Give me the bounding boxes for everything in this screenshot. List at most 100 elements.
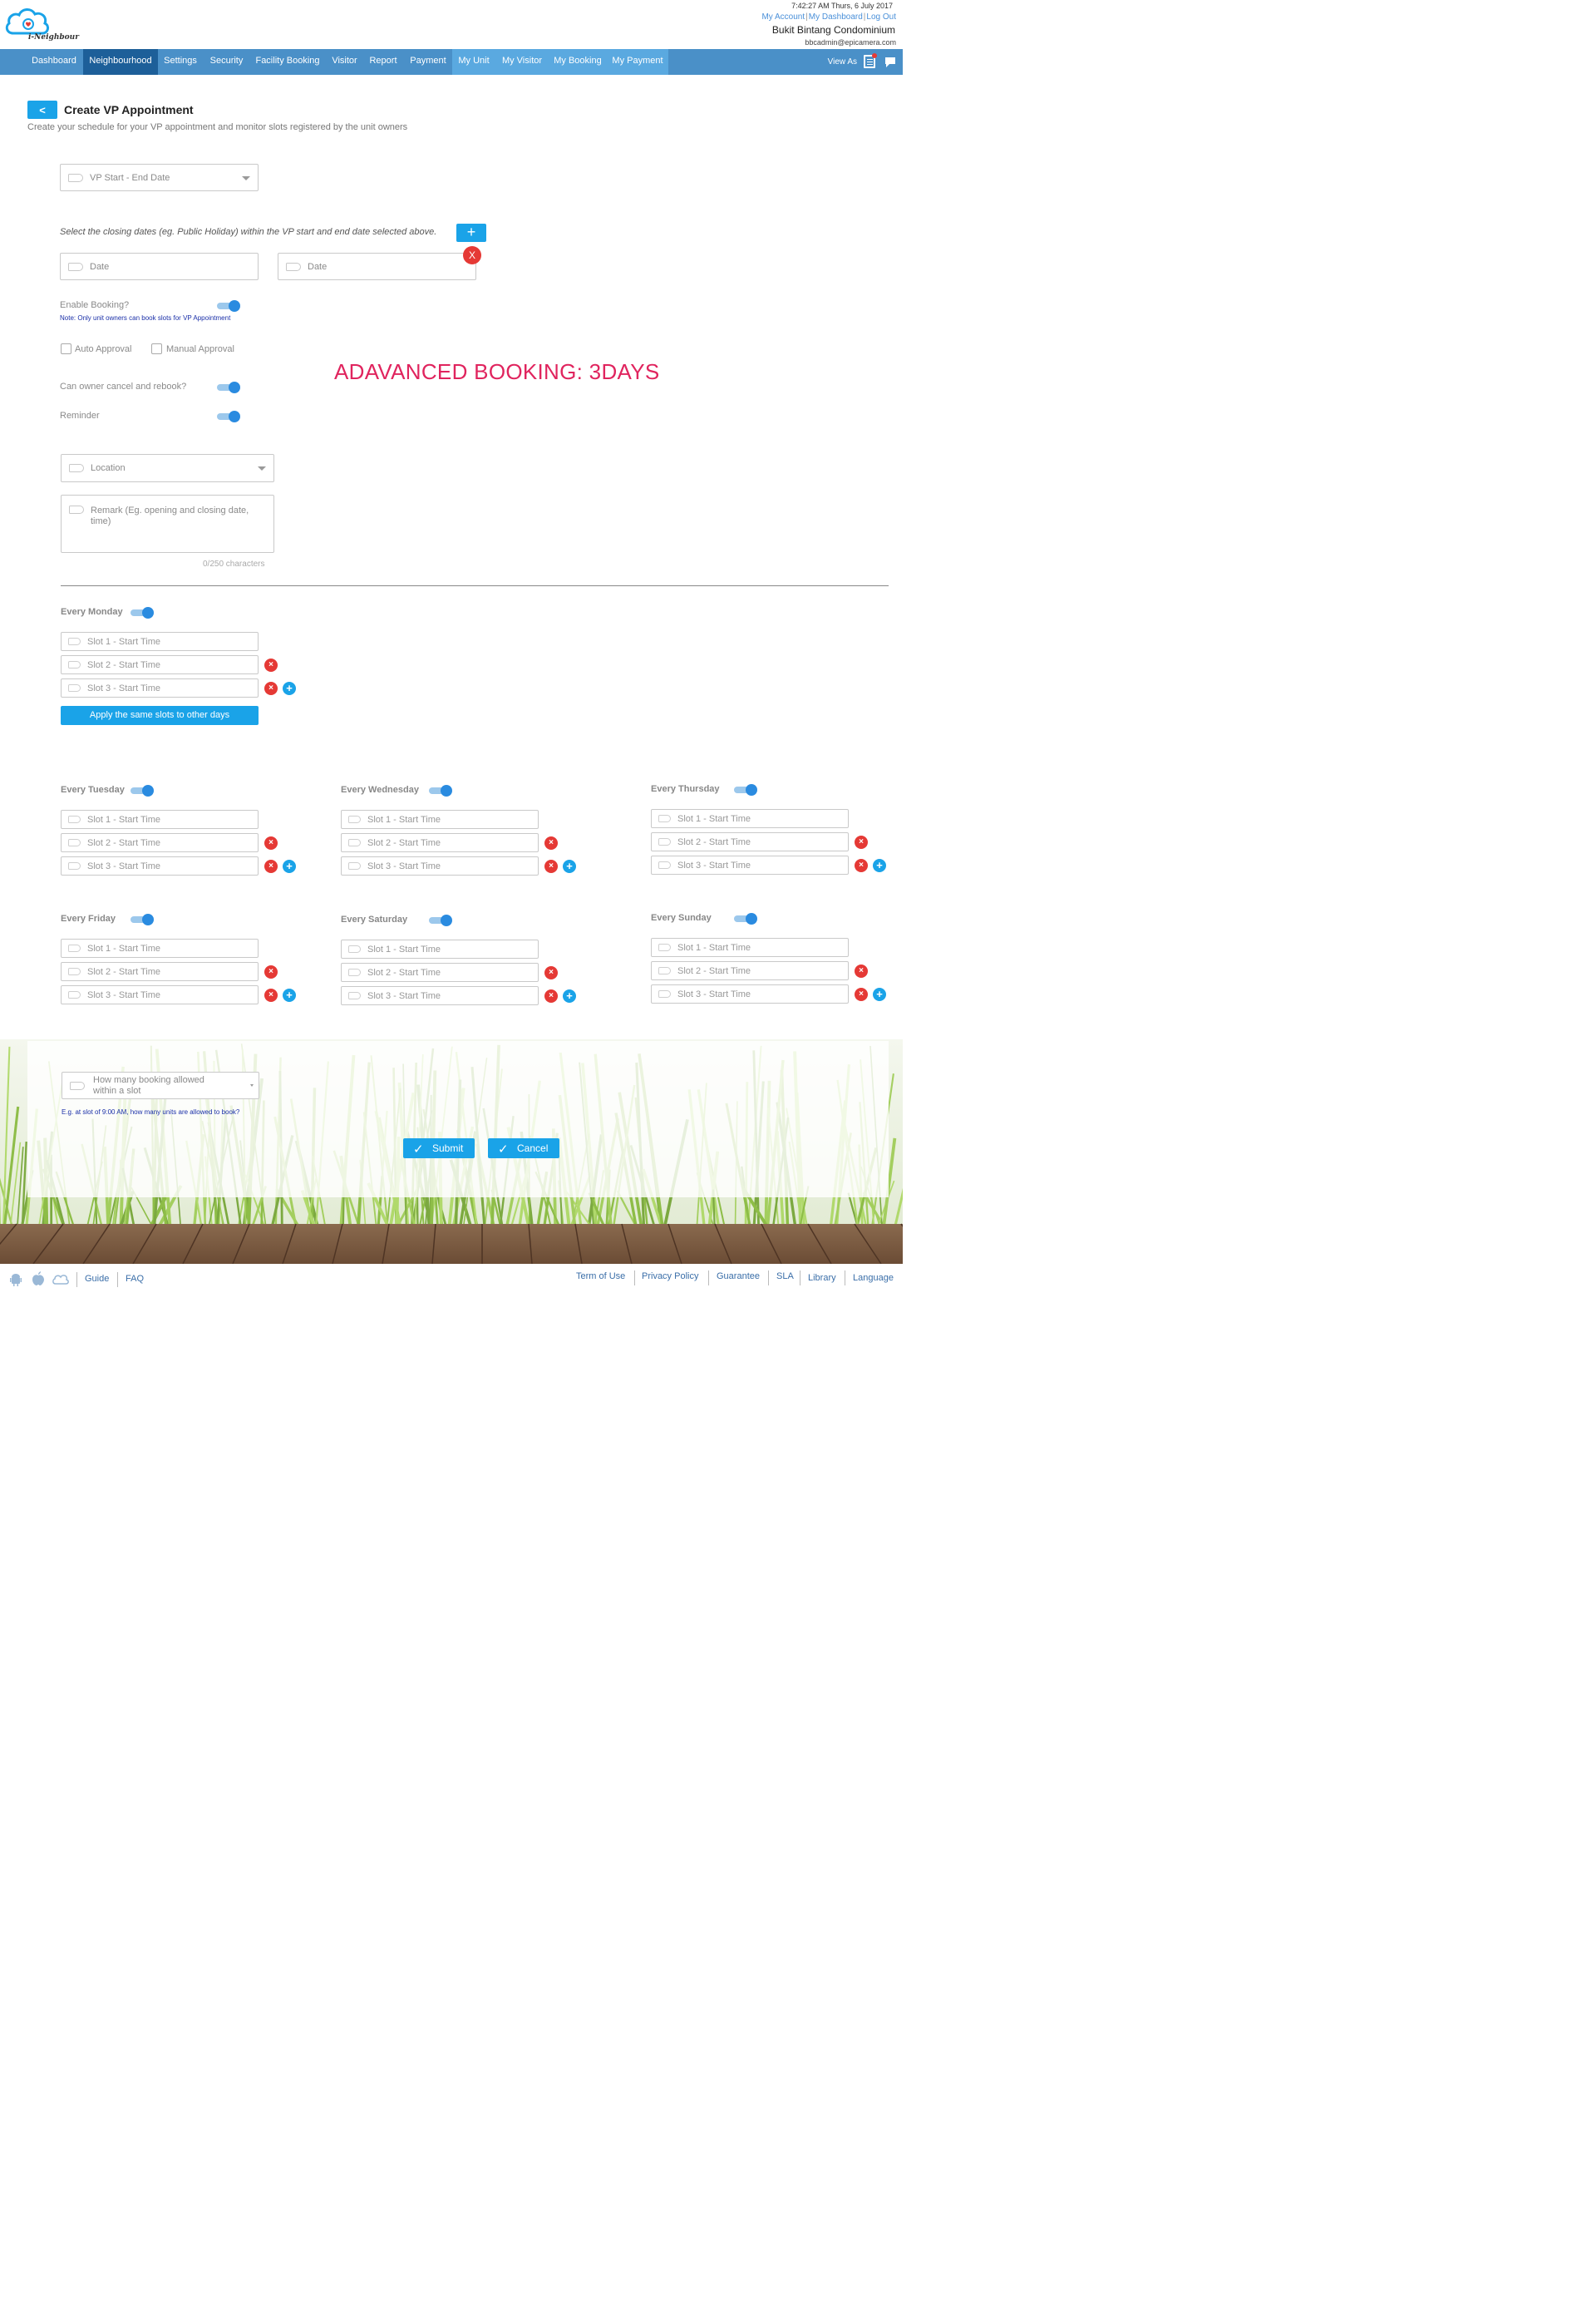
day-toggle-saturday[interactable] [429,915,452,926]
remove-slot-icon[interactable]: × [544,989,558,1003]
day-toggle-friday[interactable] [131,914,154,925]
remark-textarea[interactable]: Remark (Eg. opening and closing date, ti… [61,495,274,553]
cancel-rebook-toggle[interactable] [217,382,240,393]
nav-visitor[interactable]: Visitor [326,49,363,75]
remove-slot-icon[interactable]: × [855,965,868,978]
closing-date-input-1[interactable]: Date [60,253,259,280]
cloud-icon[interactable] [52,1273,70,1285]
nav-dashboard[interactable]: Dashboard [25,49,83,75]
slot-1-start-time-friday[interactable]: Slot 1 - Start Time [61,939,259,958]
footer-link-language[interactable]: Language [853,1273,894,1283]
slot-1-start-time-saturday[interactable]: Slot 1 - Start Time [341,940,539,959]
remove-slot-icon[interactable]: × [544,966,558,979]
vp-date-range-select[interactable]: VP Start - End Date [60,164,259,191]
remove-slot-icon[interactable]: × [264,682,278,695]
add-slot-icon[interactable]: + [563,989,576,1003]
nav-my-payment[interactable]: My Payment [608,49,667,75]
nav-facility-booking[interactable]: Facility Booking [249,49,326,75]
remove-slot-icon[interactable]: × [264,860,278,873]
nav-my-booking[interactable]: My Booking [548,49,608,75]
nav-report[interactable]: Report [363,49,403,75]
slot-3-start-time-wednesday[interactable]: Slot 3 - Start Time [341,856,539,876]
slot-3-start-time-friday[interactable]: Slot 3 - Start Time [61,985,259,1004]
slot-2-start-time-monday[interactable]: Slot 2 - Start Time [61,655,259,674]
slot-placeholder: Slot 3 - Start Time [87,683,161,693]
slot-1-start-time-sunday[interactable]: Slot 1 - Start Time [651,938,849,957]
apple-icon[interactable] [32,1271,45,1286]
slot-3-start-time-saturday[interactable]: Slot 3 - Start Time [341,986,539,1005]
tag-icon [348,839,361,846]
nav-my-unit[interactable]: My Unit [452,49,495,75]
slot-3-start-time-sunday[interactable]: Slot 3 - Start Time [651,984,849,1004]
add-slot-icon[interactable]: + [873,859,886,872]
cancel-button[interactable]: ✓ Cancel [488,1138,559,1158]
footer-link-guide[interactable]: Guide [85,1274,109,1284]
add-slot-icon[interactable]: + [563,860,576,873]
nav-payment[interactable]: Payment [404,49,452,75]
slot-3-start-time-monday[interactable]: Slot 3 - Start Time [61,678,259,698]
slot-2-start-time-tuesday[interactable]: Slot 2 - Start Time [61,833,259,852]
slot-1-start-time-wednesday[interactable]: Slot 1 - Start Time [341,810,539,829]
add-slot-icon[interactable]: + [283,682,296,695]
nav-security[interactable]: Security [204,49,249,75]
submit-button[interactable]: ✓ Submit [403,1138,475,1158]
booking-limit-select[interactable]: How many booking allowed within a slot [62,1072,259,1099]
footer-link-faq[interactable]: FAQ [126,1274,144,1284]
my-account-link[interactable]: My Account [761,12,805,22]
slot-2-start-time-saturday[interactable]: Slot 2 - Start Time [341,963,539,982]
remove-slot-icon[interactable]: × [264,659,278,672]
slot-placeholder: Slot 3 - Start Time [677,861,751,871]
location-select[interactable]: Location [61,454,274,482]
day-toggle-sunday[interactable] [734,913,757,925]
remove-slot-icon[interactable]: × [264,989,278,1002]
reminder-toggle[interactable] [217,411,240,422]
booking-limit-panel [27,1041,889,1197]
tag-icon [348,969,361,976]
day-toggle-tuesday[interactable] [131,785,154,797]
apply-slots-to-other-days-button[interactable]: Apply the same slots to other days [61,706,259,725]
add-slot-icon[interactable]: + [873,988,886,1001]
manual-approval-checkbox[interactable] [151,343,162,354]
nav-neighbourhood[interactable]: Neighbourhood [83,49,158,75]
logout-link[interactable]: Log Out [866,12,896,22]
enable-booking-toggle[interactable] [217,300,240,312]
back-button[interactable]: < [27,101,57,119]
view-as-label[interactable]: View As [828,57,857,67]
chat-bubble-icon[interactable] [884,56,897,68]
footer-link-privacy-policy[interactable]: Privacy Policy [642,1271,698,1281]
slot-1-start-time-thursday[interactable]: Slot 1 - Start Time [651,809,849,828]
remove-slot-icon[interactable]: × [544,860,558,873]
day-toggle-wednesday[interactable] [429,785,452,797]
my-dashboard-link[interactable]: My Dashboard [809,12,863,22]
footer-link-sla[interactable]: SLA [776,1271,794,1281]
remove-slot-icon[interactable]: × [544,836,558,850]
auto-approval-checkbox[interactable] [61,343,71,354]
remove-slot-icon[interactable]: × [855,859,868,872]
nav-my-visitor[interactable]: My Visitor [496,49,548,75]
manual-approval-label: Manual Approval [166,344,234,354]
footer-link-guarantee[interactable]: Guarantee [717,1271,760,1281]
add-slot-icon[interactable]: + [283,989,296,1002]
slot-1-start-time-tuesday[interactable]: Slot 1 - Start Time [61,810,259,829]
nav-settings[interactable]: Settings [158,49,203,75]
remove-slot-icon[interactable]: × [264,965,278,979]
remove-slot-icon[interactable]: × [264,836,278,850]
slot-3-start-time-tuesday[interactable]: Slot 3 - Start Time [61,856,259,876]
add-closing-date-button[interactable]: + [456,224,486,242]
slot-2-start-time-sunday[interactable]: Slot 2 - Start Time [651,961,849,980]
day-toggle-thursday[interactable] [734,784,757,796]
closing-date-input-2[interactable]: Date [278,253,476,280]
remove-slot-icon[interactable]: × [855,988,868,1001]
slot-1-start-time-monday[interactable]: Slot 1 - Start Time [61,632,259,651]
slot-2-start-time-thursday[interactable]: Slot 2 - Start Time [651,832,849,851]
remove-closing-date-button[interactable]: X [463,246,481,264]
remove-slot-icon[interactable]: × [855,836,868,849]
add-slot-icon[interactable]: + [283,860,296,873]
slot-3-start-time-thursday[interactable]: Slot 3 - Start Time [651,856,849,875]
day-toggle-monday[interactable] [131,607,154,619]
slot-2-start-time-wednesday[interactable]: Slot 2 - Start Time [341,833,539,852]
android-icon[interactable] [10,1273,22,1286]
footer-link-term-of-use[interactable]: Term of Use [576,1271,625,1281]
slot-2-start-time-friday[interactable]: Slot 2 - Start Time [61,962,259,981]
footer-link-library[interactable]: Library [808,1273,836,1283]
